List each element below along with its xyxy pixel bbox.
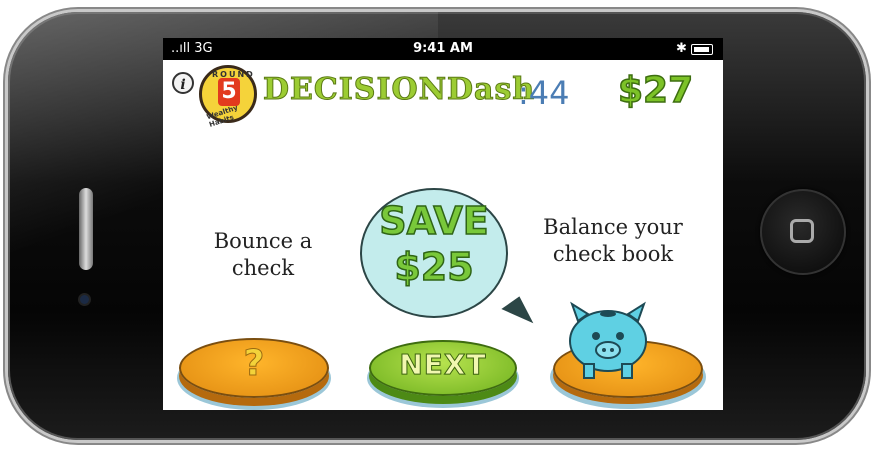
round-number: 5 <box>218 78 240 106</box>
round-badge: ROUND 5 Wealthy Habits <box>199 65 257 129</box>
info-button[interactable]: i <box>172 72 194 94</box>
speech-bubble-tail <box>501 296 537 334</box>
status-bar: ..ıll 3G 9:41 AM ✱ <box>163 38 723 60</box>
next-label: NEXT <box>399 348 487 382</box>
status-time: 9:41 AM <box>413 41 473 56</box>
front-camera <box>80 295 89 304</box>
question-mark-icon: ? <box>243 343 265 385</box>
mystery-pad-button[interactable]: ? <box>179 338 329 398</box>
game-screen: ..ıll 3G 9:41 AM ✱ i ROUND 5 Wealthy Hab… <box>163 38 723 410</box>
battery-icon <box>691 44 713 55</box>
right-choice-text: Balance your check book <box>543 215 683 266</box>
left-choice-text: Bounce a check <box>213 229 313 280</box>
home-square-icon <box>790 219 814 243</box>
next-button[interactable]: NEXT <box>369 340 517 396</box>
money-score: $27 <box>617 69 694 112</box>
piggy-bank-icon <box>569 301 647 379</box>
game-title: DECISIONDash <box>262 72 536 108</box>
countdown-timer: :44 <box>518 74 570 112</box>
bluetooth-icon: ✱ <box>676 41 687 56</box>
bubble-text: SAVE $25 <box>378 198 489 290</box>
speaker-slot <box>79 188 93 270</box>
